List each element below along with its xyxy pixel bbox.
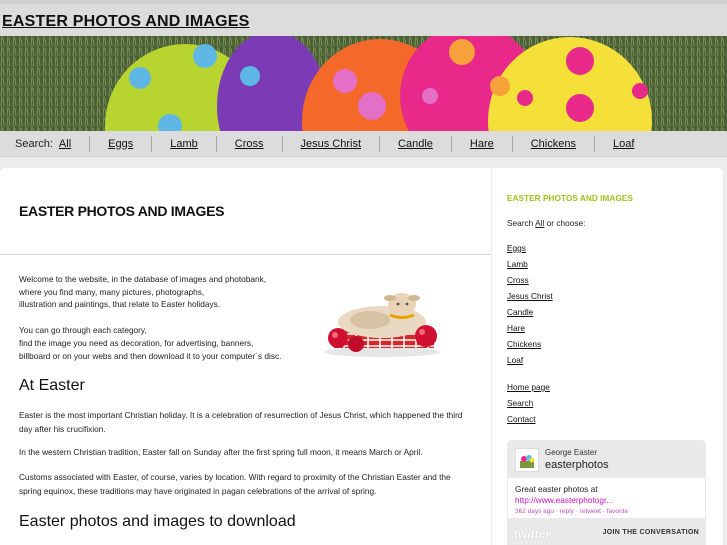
join-conversation-link[interactable]: JOIN THE CONVERSATION [603,529,699,536]
easter-eggs-illustration [0,36,727,131]
lamb-figurine-image [320,286,445,363]
sidebar-jesus-christ-link[interactable]: Jesus Christ [507,291,553,301]
intro-line: Welcome to the website, in the database … [19,274,267,284]
section-heading-at-easter: At Easter [19,377,85,394]
sidebar-chickens-link[interactable]: Chickens [507,339,541,349]
tweet: Great easter photos at http://www.easter… [508,478,705,518]
nav-lamb-link[interactable]: Lamb [152,135,217,152]
page-title: EASTER PHOTOS AND IMAGES [19,203,225,219]
sidebar-contact-link[interactable]: Contact [507,414,536,424]
nav-hare-link[interactable]: Hare [452,135,513,152]
list-item: Chickens [507,339,553,355]
twitter-footer: twitter JOIN THE CONVERSATION [507,524,706,545]
twitter-widget: George Easter easterphotos Great easter … [507,440,706,545]
nav-all-link[interactable]: All [59,135,91,152]
nav-eggs-link[interactable]: Eggs [90,135,153,152]
content-header: EASTER PHOTOS AND IMAGES [0,168,491,255]
tweet-text: Great easter photos at [515,484,598,494]
list-item: Search [507,398,550,414]
site-title-link[interactable]: EASTER PHOTOS AND IMAGES [2,13,250,31]
sidebar-all-link[interactable]: All [535,218,544,228]
section-paragraph: In the western Christian tradition, East… [19,447,423,457]
sidebar-intro-text: Search [507,218,536,228]
list-item: Cross [507,275,553,291]
sidebar-lamb-link[interactable]: Lamb [507,259,528,269]
sidebar-search-link[interactable]: Search [507,398,533,408]
twitter-logo-icon[interactable]: twitter [514,527,550,541]
site-header: EASTER PHOTOS AND IMAGES [0,0,727,36]
tweet-link[interactable]: http://www.easterphotogr... [515,495,698,506]
section-paragraph: Customs associated with Easter, of cours… [19,472,451,496]
sidebar-category-list: Eggs Lamb Cross Jesus Christ Candle Hare… [507,243,553,371]
sidebar-eggs-link[interactable]: Eggs [507,243,526,253]
tweet-meta[interactable]: 362 days ago · reply · retweet · favorit… [515,506,698,517]
nav-cross-link[interactable]: Cross [217,135,283,152]
sidebar-intro: Search All or choose: [507,218,585,228]
intro-paragraph-2: You can go through each category, find t… [19,324,299,362]
nav-loaf-link[interactable]: Loaf [595,136,652,152]
category-nav: Search: All Eggs Lamb Cross Jesus Christ… [0,131,727,157]
intro-line: illustration and paintings, that relate … [19,299,221,310]
easter-basket-icon [520,455,535,468]
list-item: Hare [507,323,553,339]
intro-text: Welcome to the website, in the database … [19,273,299,362]
intro-line: find the image you need as decoration, f… [19,337,254,348]
sidebar-home-link[interactable]: Home page [507,382,550,392]
list-item: Loaf [507,355,553,371]
intro-line: where you find many, many pictures, phot… [19,286,205,297]
intro-paragraph-1: Welcome to the website, in the database … [19,273,299,311]
list-item: Eggs [507,243,553,259]
sidebar-intro-text: or choose: [544,218,586,228]
intro-line: You can go through each category, [19,325,147,336]
nav-candle-link[interactable]: Candle [380,135,452,152]
nav-search-label: Search: [15,137,53,150]
nav-chickens-link[interactable]: Chickens [513,135,595,152]
list-item: Contact [507,414,550,430]
intro-line: billboard or on your webs and then downl… [19,350,282,361]
nav-jesus-christ-link[interactable]: Jesus Christ [283,135,381,152]
list-item: Jesus Christ [507,291,553,307]
twitter-name: George Easter [545,448,598,457]
sidebar-title: EASTER PHOTOS AND IMAGES [507,193,633,203]
section-heading-download: Easter photos and images to download [19,513,296,530]
sidebar-hare-link[interactable]: Hare [507,323,525,333]
list-item: Candle [507,307,553,323]
twitter-handle[interactable]: easterphotos [545,459,609,471]
sidebar-page-list: Home page Search Contact [507,382,550,430]
list-item: Lamb [507,259,553,275]
sidebar-candle-link[interactable]: Candle [507,307,533,317]
banner-easter-eggs-image [0,36,727,131]
section-paragraph: Easter is the most important Christian h… [19,410,463,434]
sidebar: EASTER PHOTOS AND IMAGES Search All or c… [492,168,723,545]
list-item: Home page [507,382,550,398]
twitter-avatar[interactable] [515,448,539,472]
sidebar-cross-link[interactable]: Cross [507,275,529,285]
sidebar-loaf-link[interactable]: Loaf [507,355,523,365]
